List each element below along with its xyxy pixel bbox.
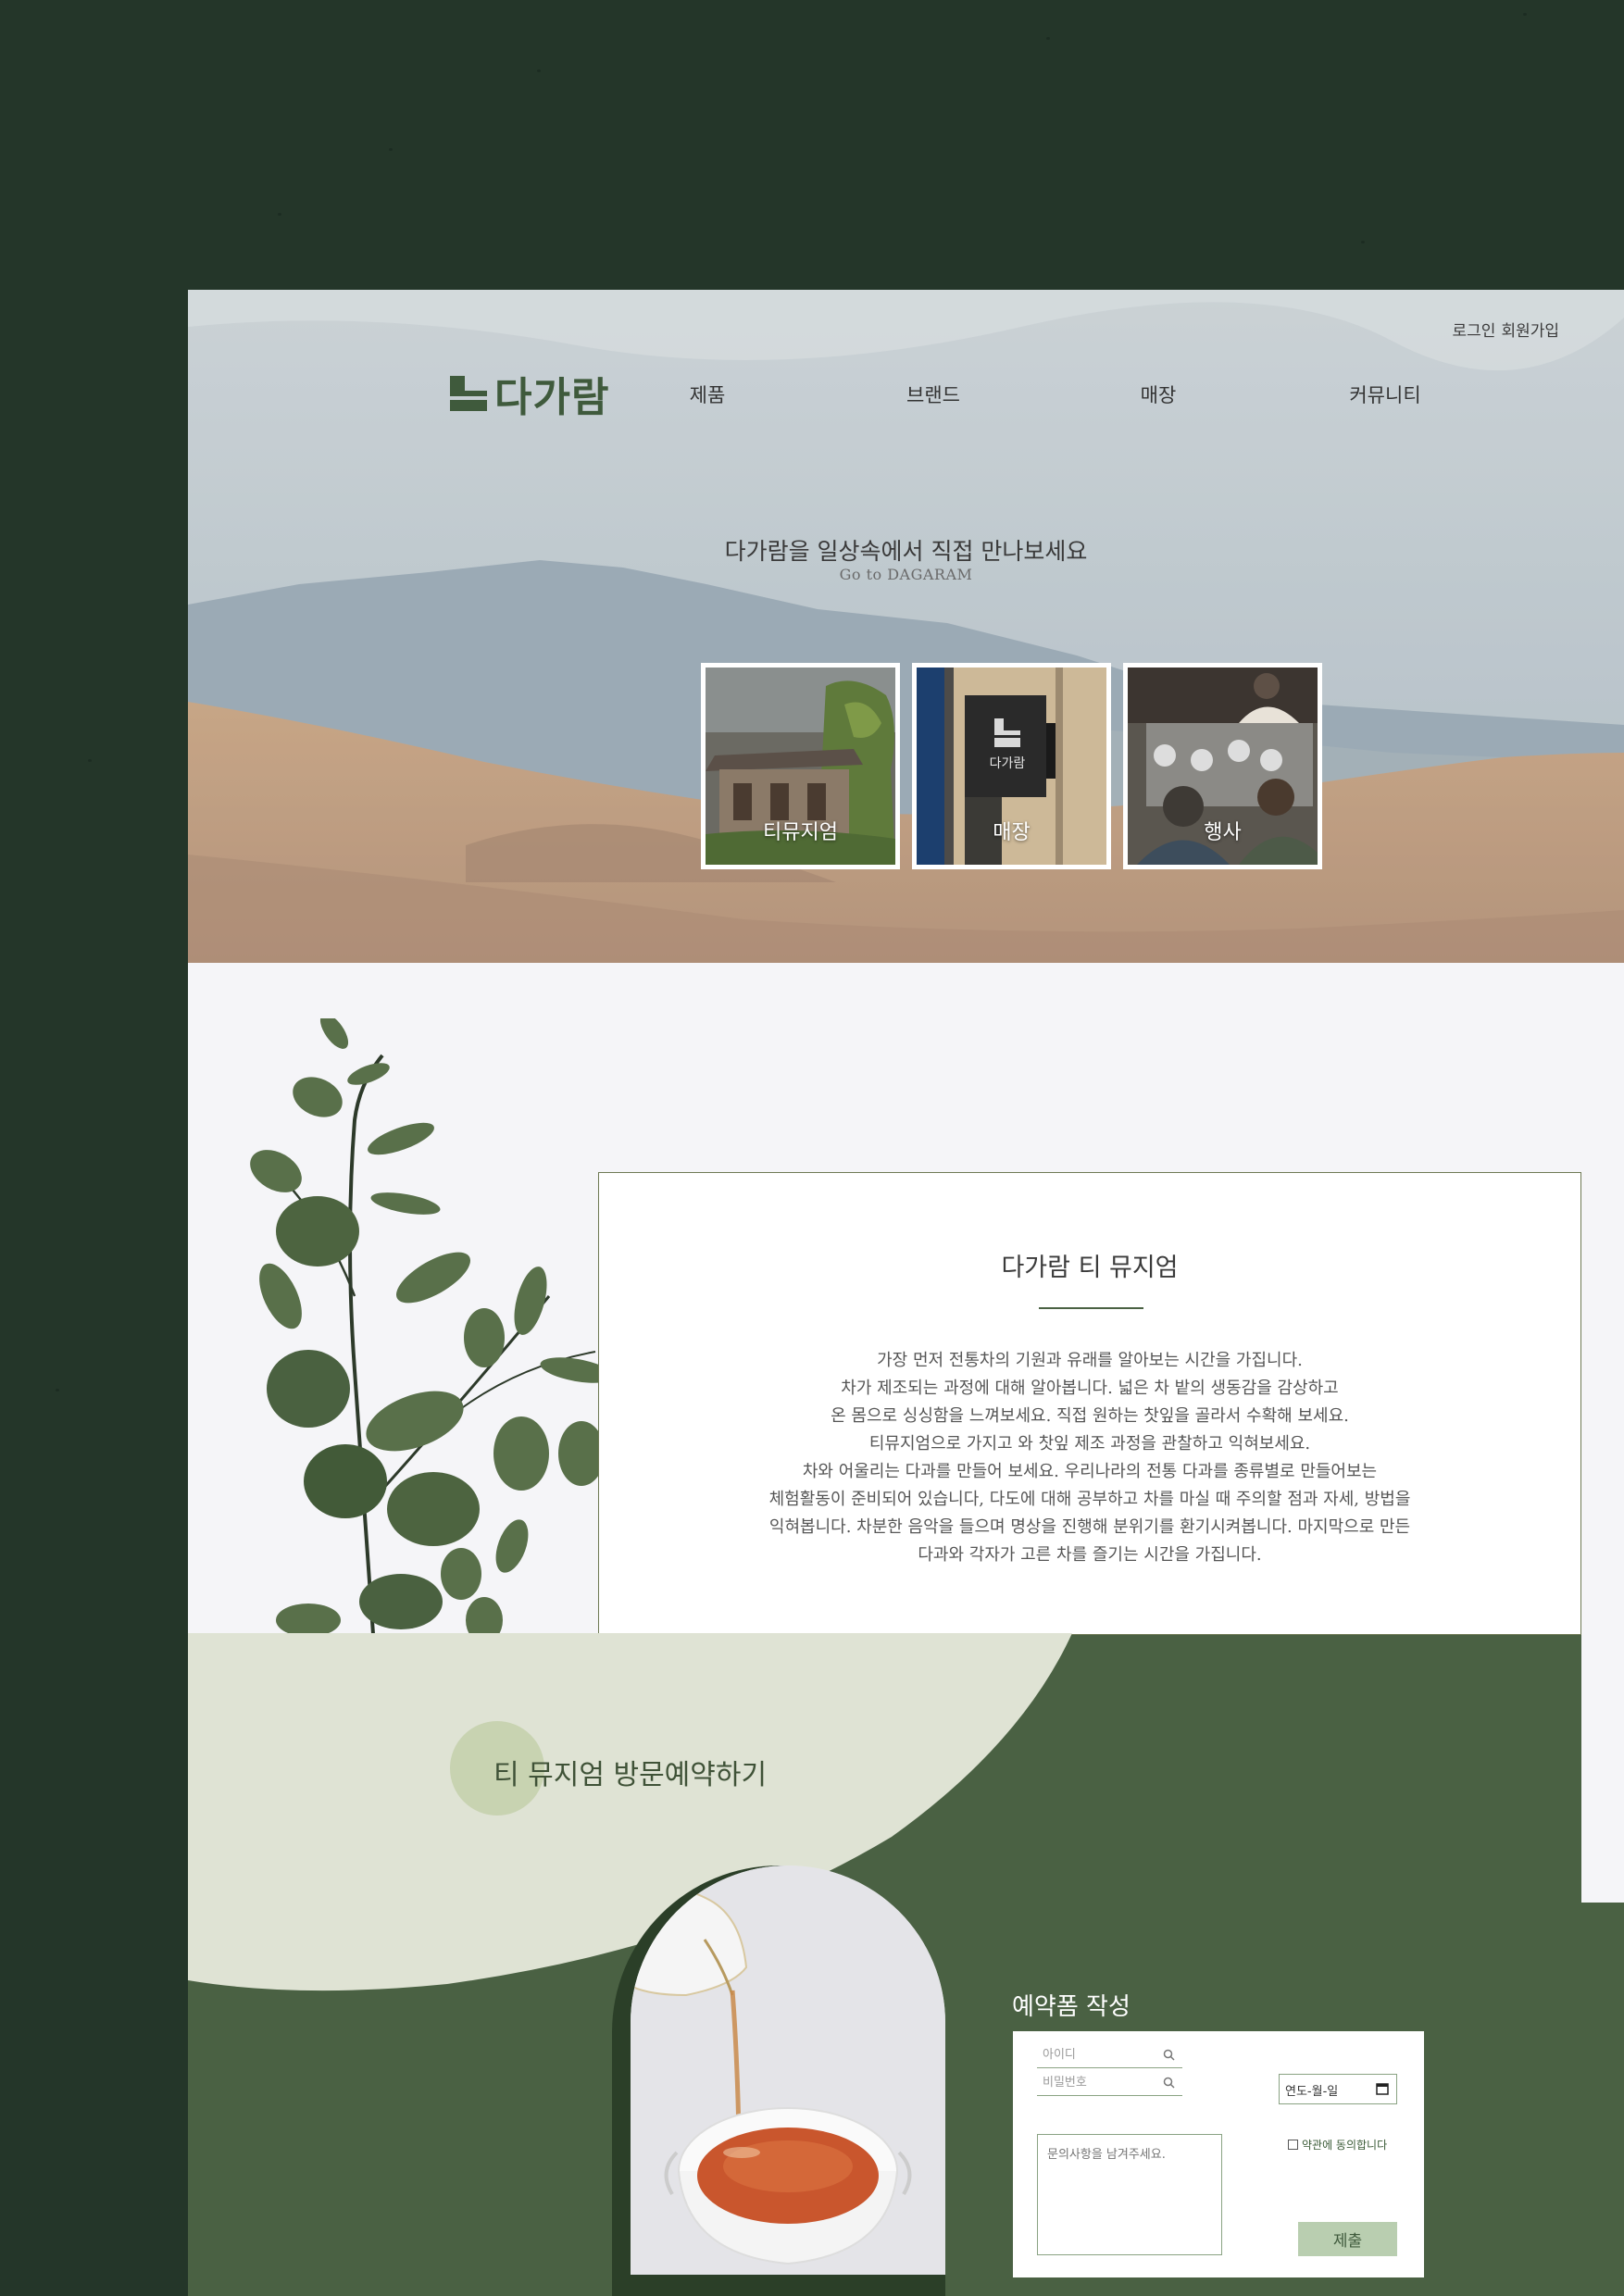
main-nav: 제품 브랜드 매장 커뮤니티 bbox=[188, 381, 1624, 408]
card-tea-museum[interactable]: 티뮤지엄 bbox=[701, 663, 900, 869]
hero-cards: 티뮤지엄 다가람 매장 행사 bbox=[701, 663, 1322, 869]
card-label: 매장 bbox=[993, 821, 1031, 844]
date-input[interactable]: 연도-월-일 bbox=[1279, 2074, 1397, 2104]
password-field-wrapper bbox=[1037, 2070, 1182, 2096]
reservation-form: 연도-월-일 약관에 동의합니다 제출 bbox=[1013, 2031, 1424, 2277]
search-icon[interactable] bbox=[1163, 2049, 1175, 2061]
backdrop-speck bbox=[56, 1389, 59, 1391]
id-input[interactable] bbox=[1037, 2042, 1182, 2067]
page-frame: 로그인 회원가입 다가람 제품 브랜드 매장 커뮤니티 다가람을 일상속에서 직… bbox=[188, 290, 1624, 2296]
description-line: 차가 제조되는 과정에 대해 알아봅니다. 넓은 차 밭의 생동감을 감상하고 bbox=[841, 1379, 1339, 1398]
description-line: 다과와 각자가 고른 차를 즐기는 시간을 가집니다. bbox=[918, 1545, 1262, 1565]
card-label: 행사 bbox=[1204, 821, 1242, 844]
backdrop-speck bbox=[1523, 13, 1527, 16]
card-label: 티뮤지엄 bbox=[763, 821, 838, 844]
nav-item-brand[interactable]: 브랜드 bbox=[906, 381, 960, 408]
hero-subtitle: Go to DAGARAM bbox=[839, 566, 973, 583]
nav-item-products[interactable]: 제품 bbox=[690, 381, 726, 408]
agree-label: 약관에 동의합니다 bbox=[1302, 2139, 1388, 2152]
checkbox-icon[interactable] bbox=[1288, 2140, 1298, 2150]
backdrop-speck bbox=[1046, 37, 1050, 40]
password-input[interactable] bbox=[1037, 2070, 1182, 2095]
search-icon[interactable] bbox=[1163, 2077, 1175, 2089]
description-line: 티뮤지엄으로 가지고 와 찻잎 제조 과정을 관찰하고 익혀보세요. bbox=[868, 1434, 1311, 1454]
backdrop-speck bbox=[1361, 241, 1365, 243]
description-line: 익혀봅니다. 차분한 음악을 들으며 명상을 진행해 분위기를 환기시켜봅니다.… bbox=[768, 1517, 1411, 1537]
inquiry-textarea[interactable] bbox=[1037, 2134, 1222, 2255]
backdrop-speck bbox=[88, 759, 92, 762]
tea-pour-photo bbox=[631, 1866, 945, 2275]
card-event[interactable]: 행사 bbox=[1123, 663, 1322, 869]
submit-button[interactable]: 제출 bbox=[1298, 2222, 1397, 2256]
calendar-icon[interactable] bbox=[1376, 2082, 1389, 2095]
form-title: 예약폼 작성 bbox=[1012, 1993, 1131, 2021]
museum-description: 가장 먼저 전통차의 기원과 유래를 알아보는 시간을 가집니다. 차가 제조되… bbox=[599, 1347, 1580, 1569]
description-line: 온 몸으로 싱싱함을 느껴보세요. 직접 원하는 찻잎을 골라서 수확해 보세요… bbox=[831, 1406, 1349, 1426]
description-line: 가장 먼저 전통차의 기원과 유래를 알아보는 시간을 가집니다. bbox=[877, 1351, 1303, 1370]
login-link[interactable]: 로그인 bbox=[1453, 318, 1496, 341]
description-line: 체험활동이 준비되어 있습니다, 다도에 대해 공부하고 차를 마실 때 주의할… bbox=[768, 1490, 1411, 1509]
store-sign-text: 다가람 bbox=[990, 756, 1026, 771]
backdrop-speck bbox=[278, 213, 281, 216]
backdrop-speck bbox=[389, 148, 393, 151]
eucalyptus-plant-image bbox=[250, 1018, 605, 1635]
nav-item-store[interactable]: 매장 bbox=[1141, 381, 1177, 408]
date-placeholder: 연도-월-일 bbox=[1285, 2085, 1339, 2099]
card-store[interactable]: 다가람 매장 bbox=[912, 663, 1111, 869]
utility-links: 로그인 회원가입 bbox=[1453, 318, 1559, 341]
reservation-section: 티 뮤지엄 방문예약하기 예약폼 작성 아이디 연도-월-일 약관에 동의합니다… bbox=[188, 1633, 1624, 2296]
description-line: 차와 어울리는 다과를 만들어 보세요. 우리나라의 전통 다과를 종류별로 만… bbox=[802, 1462, 1378, 1481]
nav-item-community[interactable]: 커뮤니티 bbox=[1349, 381, 1420, 408]
museum-title: 다가람 티 뮤지엄 bbox=[1001, 1254, 1179, 1282]
museum-info-box: 다가람 티 뮤지엄 가장 먼저 전통차의 기원과 유래를 알아보는 시간을 가집… bbox=[598, 1172, 1581, 1635]
reservation-title: 티 뮤지엄 방문예약하기 bbox=[493, 1759, 768, 1791]
backdrop-speck bbox=[537, 69, 541, 72]
id-field-wrapper bbox=[1037, 2042, 1182, 2068]
tea-pour-image bbox=[631, 1866, 945, 2275]
hero-title: 다가람을 일상속에서 직접 만나보세요 bbox=[724, 538, 1088, 565]
title-divider bbox=[1039, 1307, 1143, 1309]
hero-section: 로그인 회원가입 다가람 제품 브랜드 매장 커뮤니티 다가람을 일상속에서 직… bbox=[188, 290, 1624, 963]
agree-checkbox[interactable]: 약관에 동의합니다 bbox=[1288, 2137, 1387, 2152]
signup-link[interactable]: 회원가입 bbox=[1501, 318, 1559, 341]
